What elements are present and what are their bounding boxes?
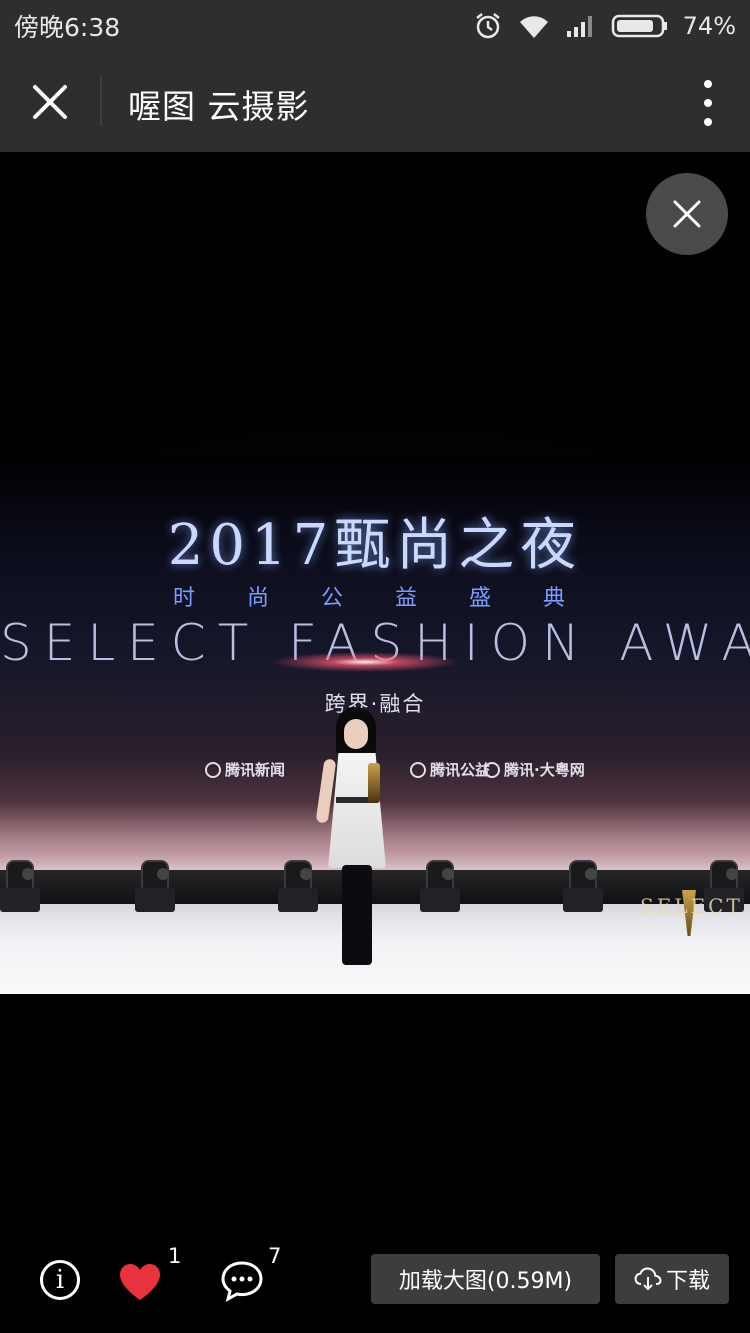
battery-icon: [611, 14, 667, 38]
page-title: 喔图 云摄影: [128, 87, 310, 126]
stage-light: [0, 860, 40, 914]
info-icon: i: [55, 1265, 65, 1295]
close-icon: [673, 200, 701, 228]
sponsor-logo-tencent-charity: 腾讯公益: [410, 759, 490, 780]
sponsor-name: 腾讯·大粤网: [504, 761, 585, 779]
light-flare: [270, 652, 460, 672]
download-button[interactable]: 下载: [615, 1254, 729, 1304]
more-vertical-icon: [704, 80, 712, 88]
sponsor-logo-icon: [484, 761, 500, 778]
title-divider: [100, 76, 102, 126]
close-viewer-button[interactable]: [646, 173, 728, 255]
alarm-icon: [475, 13, 500, 39]
comment-count: 7: [268, 1244, 282, 1268]
title-bar: 喔图 云摄影: [0, 52, 750, 152]
comment-icon: [221, 1261, 263, 1302]
sponsor-logo-tencent-news: 腾讯新闻: [205, 759, 285, 780]
stage-light: [420, 860, 460, 914]
comment-button[interactable]: [220, 1260, 264, 1302]
trophy: [368, 763, 380, 803]
sponsor-logo-icon: [410, 761, 426, 778]
download-label: 下载: [665, 1269, 710, 1294]
more-menu-button[interactable]: [702, 80, 714, 126]
status-icons: 74%: [473, 11, 736, 41]
heart-icon: [120, 1264, 160, 1300]
load-full-image-button[interactable]: 加载大图(0.59M): [371, 1254, 600, 1304]
sponsor-logo-icon: [205, 761, 221, 778]
photo-actions-bar: i 1 7 加载大图(0.59M) 下载: [0, 1232, 750, 1333]
close-icon: [33, 85, 67, 119]
status-time: 傍晚6:38: [14, 13, 121, 42]
sponsor-name: 腾讯公益: [430, 761, 491, 779]
event-subtitle: 时尚公益盛典: [172, 586, 617, 611]
award-winner-person: [315, 707, 398, 977]
photo-viewer-image[interactable]: 2017甄尚之夜 时尚公益盛典 SELECT FASHION AWARDS 跨界…: [0, 152, 750, 994]
stage-light: [135, 860, 175, 914]
stage-light: [278, 860, 318, 914]
event-title: 2017甄尚之夜: [167, 513, 583, 578]
info-button[interactable]: i: [40, 1260, 80, 1300]
stage-light: [563, 860, 603, 914]
sponsor-name: 腾讯新闻: [225, 761, 286, 779]
like-count: 1: [168, 1244, 182, 1268]
wifi-icon: [519, 16, 548, 38]
sponsor-logo-tencent-dayue: 腾讯·大粤网: [484, 759, 585, 780]
status-bar: 傍晚6:38 74%: [0, 0, 750, 52]
battery-percent: 74%: [682, 12, 736, 40]
cloud-download-icon: [634, 1267, 662, 1291]
select-logo-text: SELECT: [640, 894, 743, 918]
more-vertical-icon-dot: [704, 99, 712, 107]
close-button[interactable]: [24, 76, 76, 128]
like-button[interactable]: [118, 1262, 162, 1302]
more-vertical-icon-dot: [704, 118, 712, 126]
signal-icon: [566, 16, 592, 37]
